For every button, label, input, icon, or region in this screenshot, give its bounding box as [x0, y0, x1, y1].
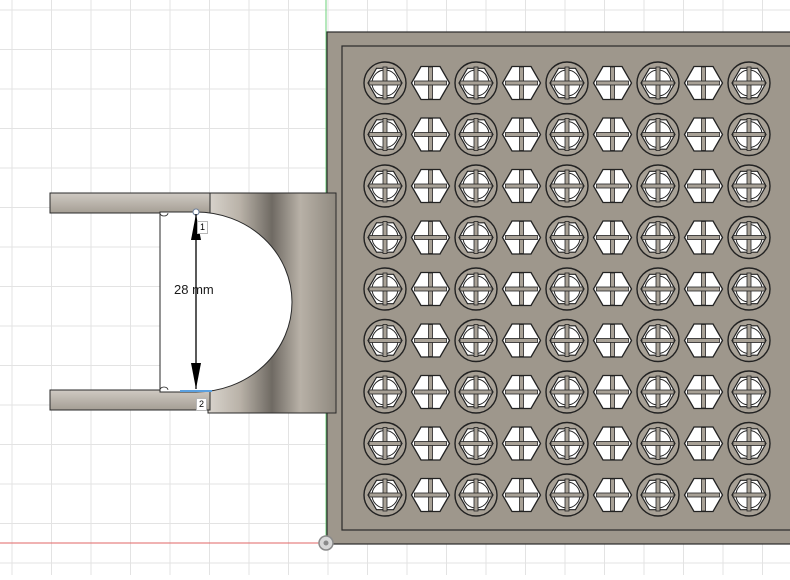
hole-cell	[636, 164, 680, 208]
hole-cell	[636, 318, 680, 363]
clip-arm-bottom[interactable]	[49, 389, 211, 411]
hole-cell	[454, 421, 498, 466]
hole-cell	[545, 112, 589, 157]
hole-cell	[545, 318, 589, 363]
hole-cell	[454, 473, 498, 517]
origin-point-center	[323, 540, 329, 546]
hole-cell	[636, 370, 680, 414]
hole-cell	[545, 421, 589, 466]
hole-cell	[454, 112, 498, 157]
hole-cell	[363, 215, 407, 260]
hole-cell	[636, 215, 680, 260]
hole-cell	[363, 112, 407, 157]
hole-cell	[363, 421, 407, 466]
hole-cell	[545, 164, 589, 208]
hole-cell	[636, 61, 680, 105]
hole-cell	[363, 61, 407, 105]
hole-cell	[727, 61, 771, 105]
hole-cell	[454, 318, 498, 363]
hole-cell	[363, 267, 407, 311]
hole-cell	[727, 421, 771, 466]
hole-cell	[363, 164, 407, 208]
hole-cell	[454, 215, 498, 260]
hole-cell	[727, 370, 771, 414]
dimension-point-1-label: 1	[197, 221, 208, 234]
arm-notch-top	[159, 212, 169, 217]
hole-cell	[727, 112, 771, 157]
hole-cell	[454, 164, 498, 208]
hole-cell	[636, 421, 680, 466]
hole-cell	[545, 473, 589, 517]
hole-cell	[363, 318, 407, 363]
hole-cell	[545, 370, 589, 414]
hole-cell	[727, 164, 771, 208]
hole-cell	[727, 473, 771, 517]
hole-cell	[636, 112, 680, 157]
hole-cell	[727, 215, 771, 260]
design-viewport[interactable]: 28 mm 1 2	[0, 0, 790, 575]
hole-cell	[454, 61, 498, 105]
hole-cell	[727, 318, 771, 363]
hole-cell	[727, 267, 771, 311]
hole-cell	[454, 370, 498, 414]
hole-cell	[363, 370, 407, 414]
hole-cell	[545, 267, 589, 311]
hole-cell	[636, 473, 680, 517]
hole-cell	[545, 215, 589, 260]
hole-cell	[454, 267, 498, 311]
arm-notch-bottom	[159, 386, 169, 391]
hole-cell	[363, 473, 407, 517]
dimension-value-label[interactable]: 28 mm	[174, 282, 214, 297]
hole-pattern	[363, 61, 771, 517]
hole-cell	[545, 61, 589, 105]
dimension-point-2-label: 2	[196, 398, 207, 411]
cad-canvas[interactable]	[0, 0, 790, 575]
hole-cell	[636, 267, 680, 311]
clip-arm-top[interactable]	[49, 192, 211, 214]
